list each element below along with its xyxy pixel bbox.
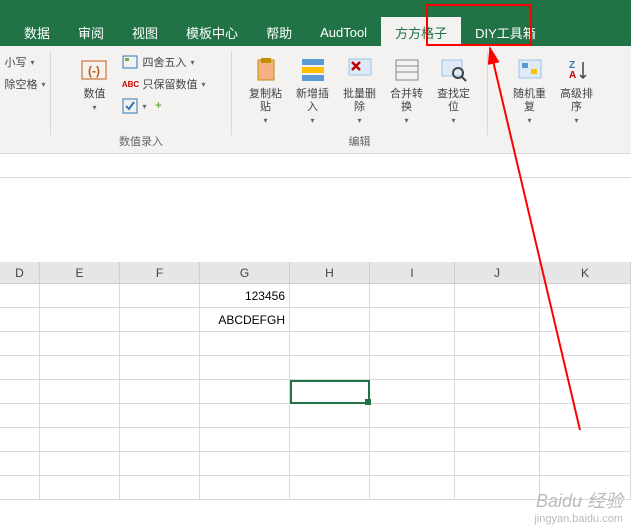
col-header-j[interactable]: J bbox=[455, 262, 540, 283]
search-icon bbox=[438, 54, 470, 86]
chevron-down-icon: ▾ bbox=[42, 80, 46, 89]
col-header-f[interactable]: F bbox=[120, 262, 200, 283]
checkbox-icon bbox=[122, 98, 138, 114]
table-row bbox=[0, 356, 631, 380]
cell[interactable] bbox=[540, 284, 631, 308]
remove-space-button[interactable]: 除空格▾ bbox=[1, 74, 50, 94]
parentheses-icon: (-) bbox=[78, 54, 110, 86]
watermark: Baidu 经验 jingyan.baidu.com bbox=[534, 491, 623, 526]
batch-delete-button[interactable]: 批量删 除▾ bbox=[337, 52, 382, 127]
cell[interactable] bbox=[0, 284, 40, 308]
group-label-edit: 编辑 bbox=[349, 133, 371, 149]
formula-bar[interactable] bbox=[0, 154, 631, 178]
abc-icon: ABC bbox=[122, 76, 138, 92]
col-header-i[interactable]: I bbox=[370, 262, 455, 283]
delete-x-icon bbox=[344, 54, 376, 86]
cell[interactable] bbox=[290, 308, 370, 332]
ribbon: 小写▾ 除空格▾ (-) 数值▾ 四舍五入▾ ABC 只保留数值▾ bbox=[0, 46, 631, 154]
lowercase-button[interactable]: 小写▾ bbox=[1, 52, 50, 72]
toggle-button[interactable]: ▾ + bbox=[118, 96, 209, 116]
tab-audtool[interactable]: AudTool bbox=[306, 19, 381, 46]
table-row bbox=[0, 332, 631, 356]
cell[interactable] bbox=[40, 284, 120, 308]
col-header-k[interactable]: K bbox=[540, 262, 631, 283]
cell[interactable]: 123456 bbox=[200, 284, 290, 308]
copy-paste-button[interactable]: 复制粘 贴▾ bbox=[243, 52, 288, 127]
merge-convert-button[interactable]: 合并转 换▾ bbox=[384, 52, 429, 127]
random-repeat-button[interactable]: 随机重 复▾ bbox=[507, 52, 552, 127]
svg-text:(-): (-) bbox=[88, 64, 100, 78]
sort-za-icon: ZA bbox=[561, 54, 593, 86]
col-header-e[interactable]: E bbox=[40, 262, 120, 283]
table-row: 123456 bbox=[0, 284, 631, 308]
col-header-d[interactable]: D bbox=[0, 262, 40, 283]
worksheet[interactable]: D E F G H I J K 123456 ABCDEFGH bbox=[0, 178, 631, 500]
merge-icon bbox=[391, 54, 423, 86]
keep-numeric-button[interactable]: ABC 只保留数值▾ bbox=[118, 74, 209, 94]
cell[interactable] bbox=[370, 284, 455, 308]
cell[interactable] bbox=[120, 284, 200, 308]
cell[interactable] bbox=[40, 308, 120, 332]
cell[interactable] bbox=[540, 308, 631, 332]
cell[interactable] bbox=[455, 284, 540, 308]
ribbon-tabs: 数据 审阅 视图 模板中心 帮助 AudTool 方方格子 DIY工具箱 bbox=[0, 18, 631, 46]
clipboard-icon bbox=[250, 54, 282, 86]
tab-data[interactable]: 数据 bbox=[10, 17, 64, 48]
cell[interactable] bbox=[0, 308, 40, 332]
tab-template-center[interactable]: 模板中心 bbox=[172, 17, 252, 48]
cell[interactable]: ABCDEFGH bbox=[200, 308, 290, 332]
cell[interactable] bbox=[370, 308, 455, 332]
plus-icon: + bbox=[151, 98, 167, 114]
table-row bbox=[0, 380, 631, 404]
advanced-sort-button[interactable]: ZA 高级排 序▾ bbox=[554, 52, 599, 127]
round-button[interactable]: 四舍五入▾ bbox=[118, 52, 209, 72]
table-row bbox=[0, 428, 631, 452]
cell[interactable] bbox=[120, 308, 200, 332]
tab-help[interactable]: 帮助 bbox=[252, 17, 306, 48]
col-header-h[interactable]: H bbox=[290, 262, 370, 283]
numeric-button[interactable]: (-) 数值▾ bbox=[72, 52, 116, 116]
random-icon bbox=[514, 54, 546, 86]
cell[interactable] bbox=[290, 284, 370, 308]
tab-review[interactable]: 审阅 bbox=[64, 17, 118, 48]
insert-row-icon bbox=[297, 54, 329, 86]
tab-view[interactable]: 视图 bbox=[118, 17, 172, 48]
tab-fangfang[interactable]: 方方格子 bbox=[381, 17, 461, 48]
table-row bbox=[0, 452, 631, 476]
table-row bbox=[0, 404, 631, 428]
round-icon bbox=[122, 54, 138, 70]
tab-diy-toolbox[interactable]: DIY工具箱 bbox=[461, 17, 550, 48]
table-row: ABCDEFGH bbox=[0, 308, 631, 332]
column-headers: D E F G H I J K bbox=[0, 262, 631, 284]
cell[interactable] bbox=[455, 308, 540, 332]
svg-text:A: A bbox=[569, 70, 576, 81]
find-locate-button[interactable]: 查找定 位▾ bbox=[431, 52, 476, 127]
chevron-down-icon: ▾ bbox=[31, 58, 35, 67]
group-label-numeric: 数值录入 bbox=[119, 133, 163, 149]
insert-button[interactable]: 新增插 入▾ bbox=[290, 52, 335, 127]
col-header-g[interactable]: G bbox=[200, 262, 290, 283]
